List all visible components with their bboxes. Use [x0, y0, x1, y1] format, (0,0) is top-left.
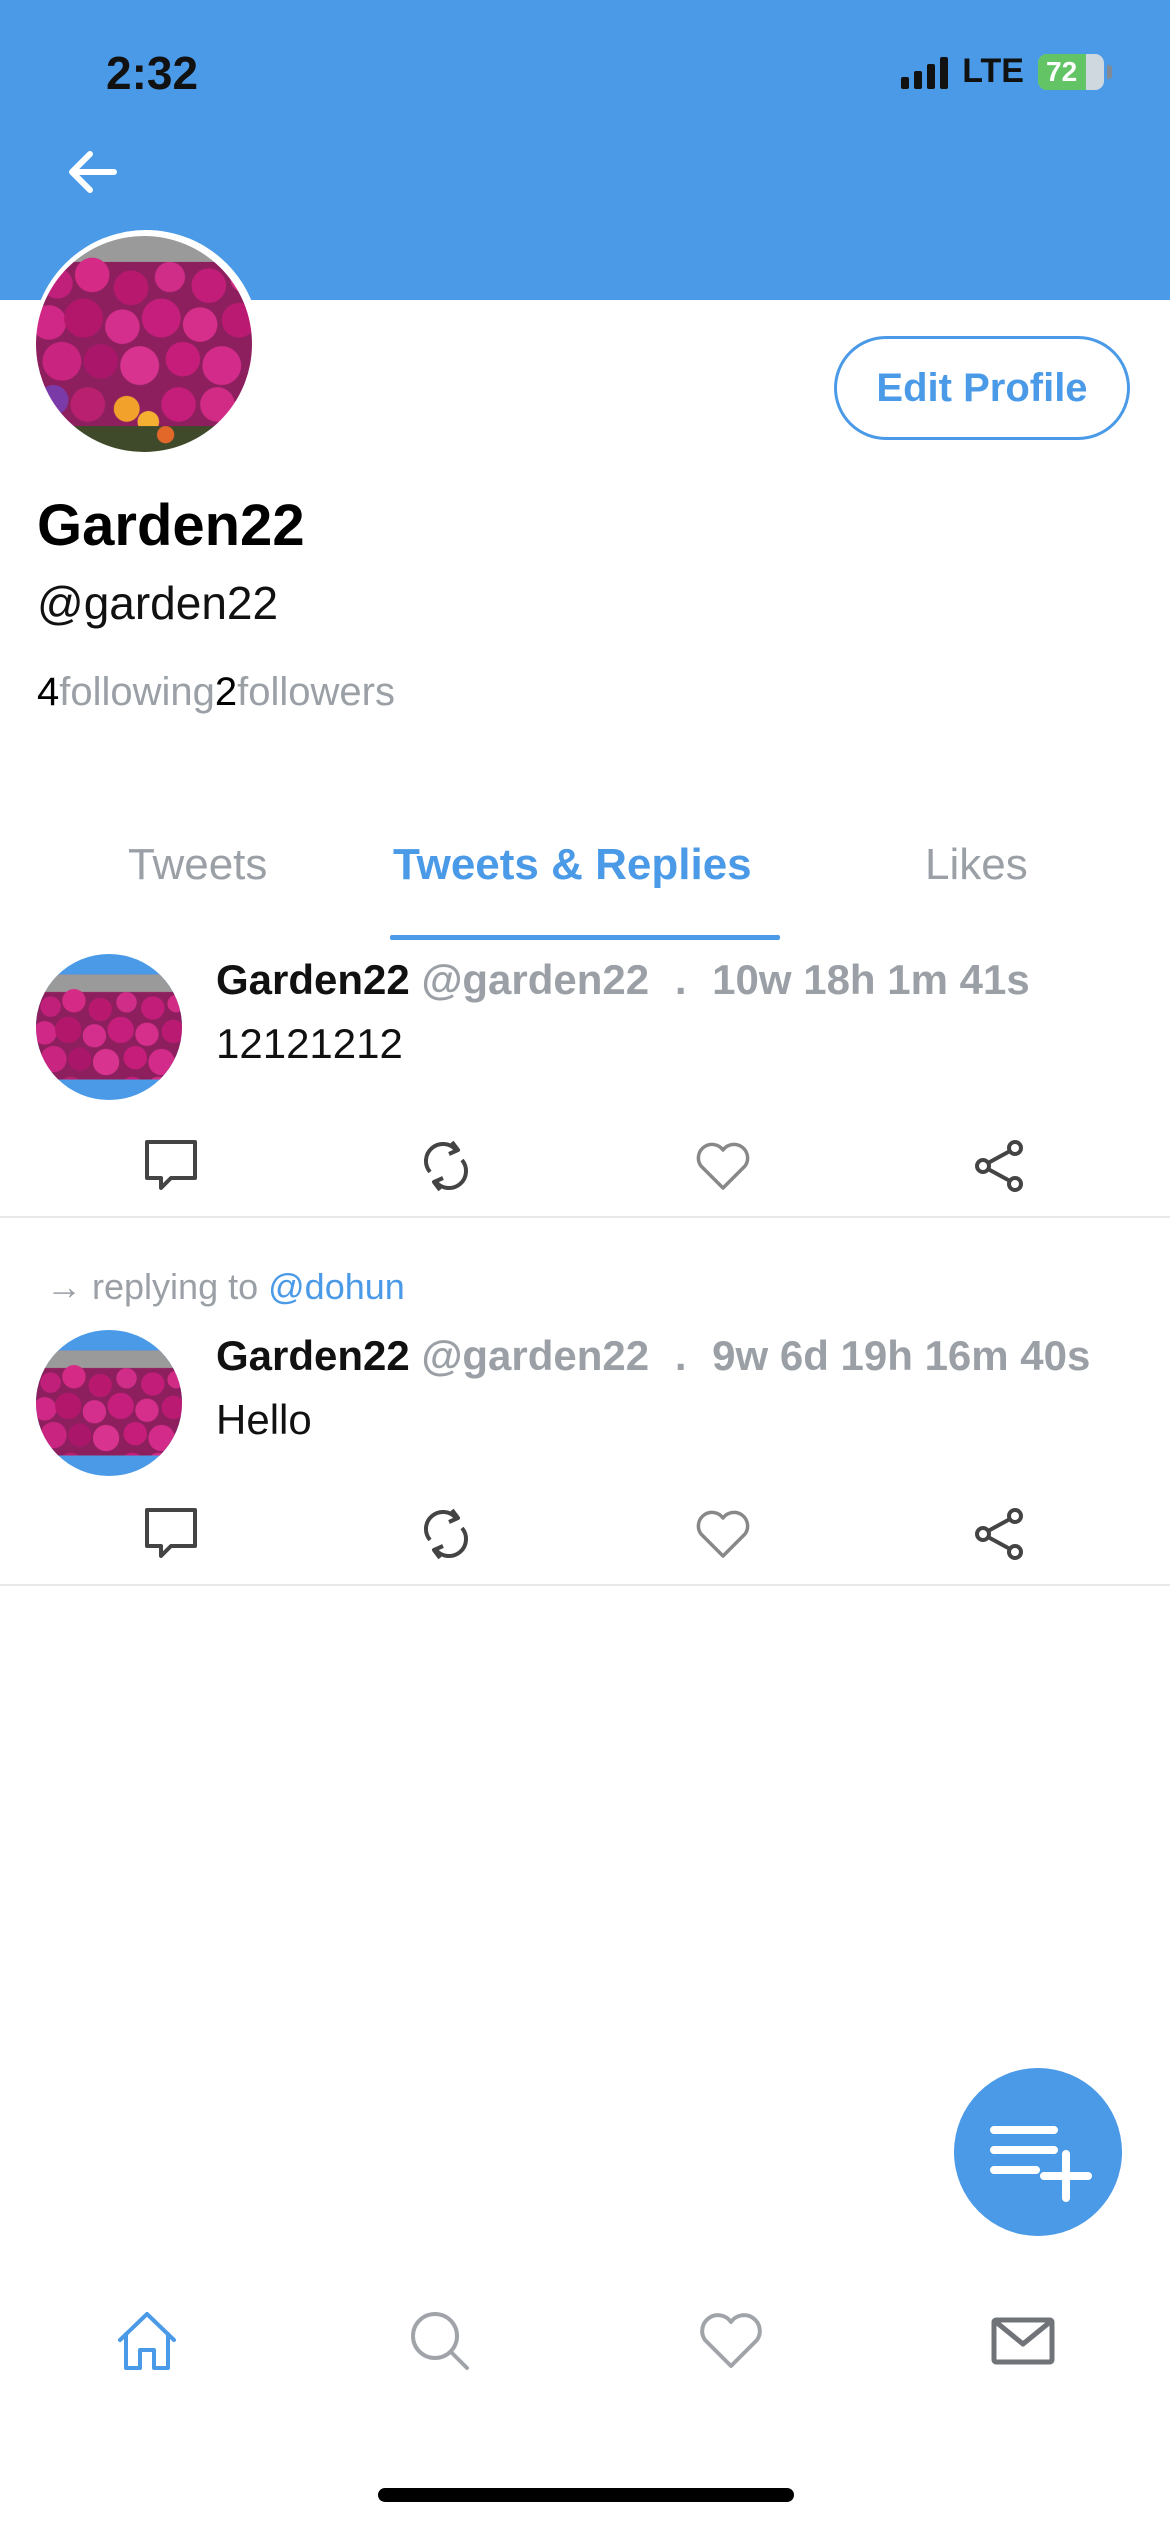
tweet-separator: .: [674, 1332, 687, 1379]
tab-tweets-replies[interactable]: Tweets & Replies: [393, 840, 752, 890]
tab-likes[interactable]: Likes: [925, 840, 1028, 890]
heart-icon[interactable]: [693, 1504, 753, 1564]
tweet-divider: [0, 1216, 1170, 1218]
edit-profile-button[interactable]: Edit Profile: [834, 336, 1130, 440]
tweet-author-name[interactable]: Garden22: [216, 956, 410, 1003]
profile-handle: @garden22: [37, 577, 279, 629]
status-indicators: LTE 72: [901, 52, 1112, 91]
tweet-separator: .: [674, 956, 687, 1003]
active-tab-indicator: [390, 935, 780, 940]
status-time: 2:32: [106, 47, 199, 99]
compose-icon: [990, 2126, 1092, 2202]
comment-icon[interactable]: [141, 1136, 201, 1196]
tab-tweets[interactable]: Tweets: [128, 840, 267, 890]
mail-icon[interactable]: [988, 2306, 1058, 2376]
tweet-author-handle: @garden22: [421, 956, 650, 1003]
tweet-timestamp: 9w 6d 19h 16m 40s: [712, 1332, 1091, 1379]
comment-icon[interactable]: [141, 1504, 201, 1564]
battery-icon: 72: [1038, 53, 1112, 90]
retweet-icon[interactable]: [416, 1504, 476, 1564]
followers-count[interactable]: 2: [215, 670, 237, 714]
follow-stats: 4following2followers: [37, 670, 395, 715]
reply-prefix: replying to: [92, 1266, 259, 1307]
search-icon[interactable]: [405, 2306, 475, 2376]
profile-display-name: Garden22: [37, 493, 305, 558]
tweet-divider: [0, 1584, 1170, 1586]
reply-to-user[interactable]: @dohun: [268, 1266, 405, 1307]
tweet-header: Garden22 @garden22 . 9w 6d 19h 16m 40s: [216, 1332, 1090, 1380]
tweet-author-handle: @garden22: [421, 1332, 650, 1379]
followers-label[interactable]: followers: [237, 670, 395, 714]
replying-to-line: → replying to @dohun: [46, 1266, 405, 1308]
tweet-avatar[interactable]: [36, 954, 182, 1100]
tweet-avatar[interactable]: [36, 1330, 182, 1476]
share-icon[interactable]: [969, 1504, 1029, 1564]
signal-icon: [901, 55, 949, 89]
following-label[interactable]: following: [59, 670, 215, 714]
compose-button[interactable]: [954, 2068, 1122, 2236]
tweet-text: 12121212: [216, 1020, 403, 1067]
heart-icon[interactable]: [696, 2306, 766, 2376]
retweet-icon[interactable]: [416, 1136, 476, 1196]
tweet-timestamp: 10w 18h 1m 41s: [712, 956, 1030, 1003]
tweet-header: Garden22 @garden22 . 10w 18h 1m 41s: [216, 956, 1030, 1004]
profile-avatar[interactable]: [36, 236, 252, 452]
share-icon[interactable]: [969, 1136, 1029, 1196]
tweet-text: Hello: [216, 1396, 312, 1443]
network-label: LTE: [962, 52, 1024, 90]
home-indicator: [378, 2488, 794, 2502]
arrow-left-icon[interactable]: [60, 140, 124, 204]
home-icon[interactable]: [112, 2306, 182, 2376]
tweet-author-name[interactable]: Garden22: [216, 1332, 410, 1379]
battery-level: 72: [1046, 55, 1078, 87]
heart-icon[interactable]: [693, 1136, 753, 1196]
following-count[interactable]: 4: [37, 670, 59, 714]
arrow-right-icon: →: [46, 1266, 82, 1307]
